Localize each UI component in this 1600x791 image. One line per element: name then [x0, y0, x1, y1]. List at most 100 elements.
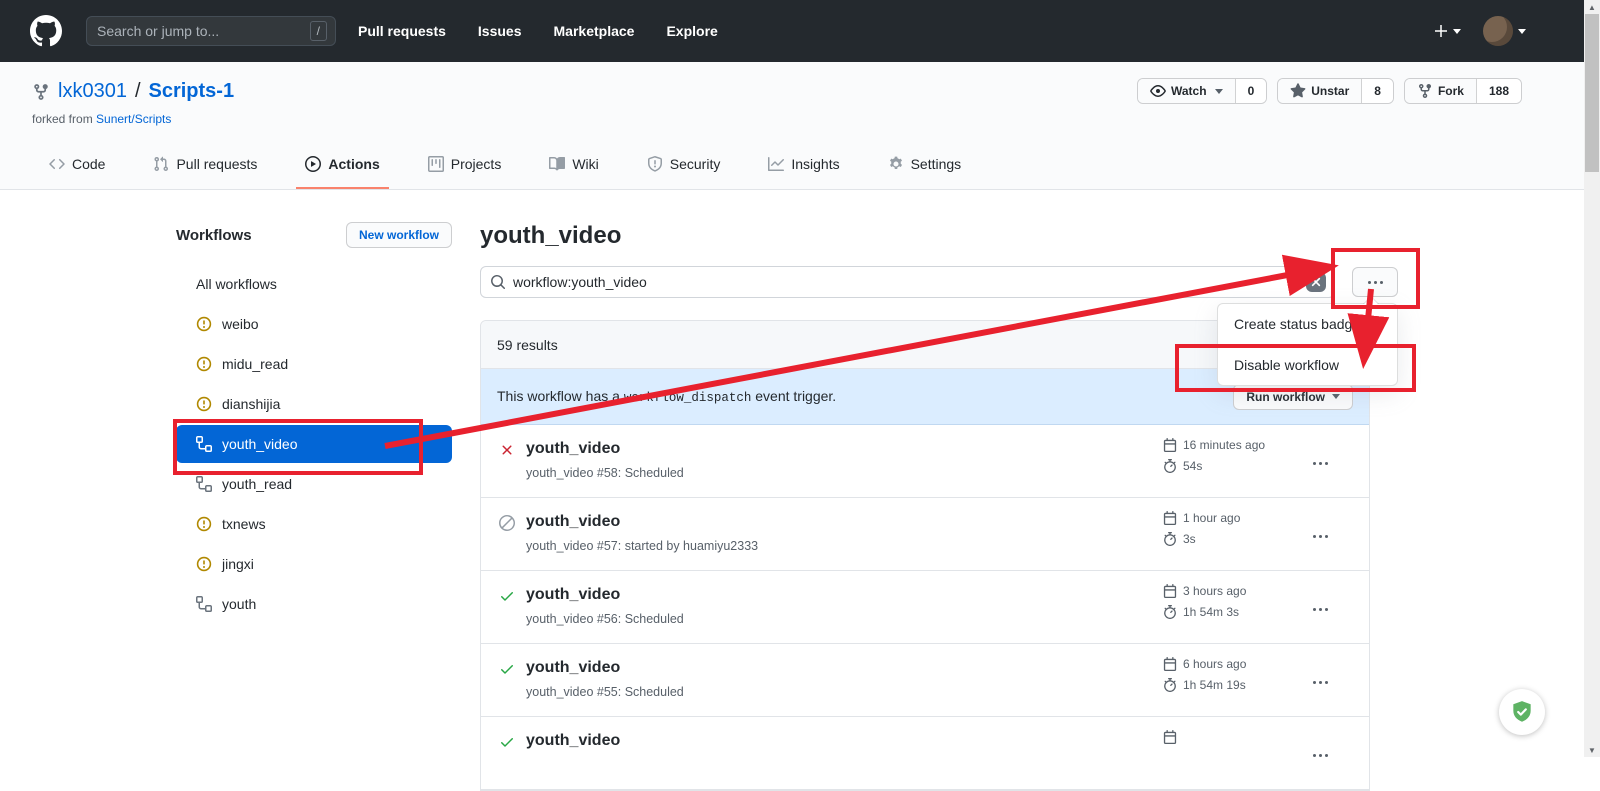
sidebar-item-txnews[interactable]: txnews [176, 504, 452, 544]
fork-button[interactable]: Fork [1405, 79, 1476, 103]
github-logo-icon[interactable] [30, 15, 62, 47]
sidebar-item-label: jingxi [222, 556, 254, 572]
run-row: youth_video youth_video #58: Scheduled 1… [481, 425, 1369, 498]
nav-explore[interactable]: Explore [666, 23, 717, 39]
tab-actions[interactable]: Actions [296, 141, 388, 189]
nav-pull-requests[interactable]: Pull requests [358, 23, 446, 39]
tab-security[interactable]: Security [638, 141, 730, 189]
run-search-row [480, 266, 1335, 298]
adblock-shield-badge[interactable] [1499, 689, 1545, 735]
menu-item-create-status-badge[interactable]: Create status badge [1218, 304, 1397, 344]
stopwatch-icon [1163, 678, 1177, 692]
forked-from-text: forked from [32, 112, 96, 126]
tab-insights[interactable]: Insights [759, 141, 848, 189]
warning-icon [196, 316, 212, 332]
chevron-down-icon [1518, 29, 1526, 34]
scrollbar-up-arrow[interactable]: ▲ [1584, 0, 1600, 14]
scrollbar-down-arrow[interactable]: ▼ [1584, 743, 1600, 757]
run-row: youth_video youth_video #56: Scheduled 3… [481, 571, 1369, 644]
run-title-link[interactable]: youth_video [526, 438, 684, 460]
run-subtitle: youth_video #56: Scheduled [526, 612, 684, 626]
repo-owner-link[interactable]: lxk0301 [58, 80, 127, 103]
scrollbar-thumb[interactable] [1585, 14, 1599, 172]
tab-pull-requests[interactable]: Pull requests [144, 141, 266, 189]
run-workflow-button[interactable]: Run workflow [1233, 384, 1353, 410]
tab-label: Actions [328, 156, 379, 172]
banner-text-before: This workflow has a [497, 388, 624, 404]
run-filter-input[interactable] [480, 266, 1335, 298]
chevron-down-icon [1215, 89, 1223, 94]
repo-action-buttons: Watch 0 Unstar 8 Fork 188 [1137, 78, 1522, 104]
shield-icon [647, 156, 663, 172]
run-time: 16 minutes ago [1183, 438, 1265, 452]
watch-count[interactable]: 0 [1235, 79, 1267, 103]
repo-forked-icon [32, 83, 50, 101]
run-options-button[interactable] [1313, 717, 1369, 789]
warning-icon [196, 556, 212, 572]
fork-source-link[interactable]: Sunert/Scripts [96, 112, 171, 126]
run-options-button[interactable] [1313, 571, 1369, 643]
kebab-icon [1313, 535, 1316, 538]
tab-settings[interactable]: Settings [879, 141, 971, 189]
gear-icon [888, 156, 904, 172]
tab-projects[interactable]: Projects [419, 141, 511, 189]
nav-marketplace[interactable]: Marketplace [554, 23, 635, 39]
results-count: 59 results [497, 337, 558, 353]
run-row: youth_video youth_video #57: started by … [481, 498, 1369, 571]
nav-issues[interactable]: Issues [478, 23, 522, 39]
runs-box: 59 results Event Status This workflow ha… [480, 320, 1370, 791]
create-new-menu[interactable] [1433, 23, 1461, 39]
scrollbar[interactable]: ▲ ▼ [1584, 0, 1600, 757]
run-time: 1 hour ago [1183, 511, 1240, 525]
run-title-link[interactable]: youth_video [526, 584, 684, 606]
sidebar-item-weibo[interactable]: weibo [176, 304, 452, 344]
banner-text-after: event trigger. [751, 388, 836, 404]
menu-item-disable-workflow[interactable]: Disable workflow [1218, 344, 1397, 385]
run-title-link[interactable]: youth_video [526, 657, 684, 679]
watch-button[interactable]: Watch [1138, 79, 1235, 103]
kebab-icon [1313, 608, 1316, 611]
star-group: Unstar 8 [1277, 78, 1394, 104]
user-menu[interactable] [1483, 16, 1526, 46]
run-options-button[interactable] [1313, 498, 1369, 570]
check-success-icon [499, 661, 515, 677]
unstar-button[interactable]: Unstar [1278, 79, 1361, 103]
workflows-heading: Workflows [176, 227, 252, 244]
star-count[interactable]: 8 [1361, 79, 1393, 103]
chevron-down-icon [1453, 29, 1461, 34]
run-title-link[interactable]: youth_video [526, 511, 758, 533]
sidebar-item-youth[interactable]: youth [176, 584, 452, 624]
tab-code[interactable]: Code [40, 141, 114, 189]
global-search-input[interactable] [87, 23, 310, 39]
repo-title: lxk0301 / Scripts-1 [32, 80, 234, 103]
graph-icon [768, 156, 784, 172]
sidebar-item-midu-read[interactable]: midu_read [176, 344, 452, 384]
clear-search-button[interactable] [1306, 272, 1326, 292]
tab-label: Pull requests [176, 156, 257, 172]
fork-label: Fork [1438, 84, 1464, 98]
new-workflow-button[interactable]: New workflow [346, 222, 452, 248]
sidebar-item-label: dianshijia [222, 396, 280, 412]
repo-name-link[interactable]: Scripts-1 [149, 80, 235, 103]
run-title-link[interactable]: youth_video [526, 730, 620, 752]
sidebar-item-label: youth_read [222, 476, 292, 492]
code-icon [49, 156, 65, 172]
fork-count[interactable]: 188 [1476, 79, 1521, 103]
sidebar-item-jingxi[interactable]: jingxi [176, 544, 452, 584]
run-options-button[interactable] [1313, 425, 1369, 497]
watch-label: Watch [1171, 84, 1207, 98]
run-options-button[interactable] [1313, 644, 1369, 716]
project-icon [428, 156, 444, 172]
workflow-icon [196, 596, 212, 612]
sidebar-item-youth-read[interactable]: youth_read [176, 464, 452, 504]
warning-icon [196, 356, 212, 372]
shield-check-icon [1509, 699, 1535, 725]
sidebar-item-all-workflows[interactable]: All workflows [176, 264, 452, 304]
warning-icon [196, 516, 212, 532]
plus-icon [1433, 23, 1449, 39]
sidebar-item-youth-video[interactable]: youth_video [176, 425, 452, 463]
sidebar-item-dianshijia[interactable]: dianshijia [176, 384, 452, 424]
workflow-options-button[interactable] [1352, 267, 1398, 297]
sidebar-item-label: youth_video [222, 436, 298, 452]
tab-wiki[interactable]: Wiki [540, 141, 607, 189]
